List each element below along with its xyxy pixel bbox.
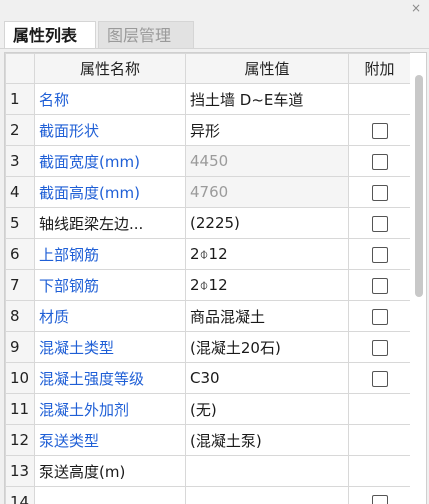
property-value-cell[interactable] bbox=[185, 455, 349, 487]
property-value-cell[interactable]: 2⌽12 bbox=[185, 269, 349, 301]
header-property-value[interactable]: 属性值 bbox=[185, 53, 349, 84]
attach-cell bbox=[348, 83, 411, 115]
header-index bbox=[5, 53, 35, 84]
table-row[interactable]: 2 截面形状 异形 bbox=[5, 114, 411, 146]
attach-cell bbox=[348, 455, 411, 487]
table-row[interactable]: 9 混凝土类型 (混凝土20石) bbox=[5, 331, 411, 363]
table-row[interactable]: 14 bbox=[5, 486, 411, 504]
table-row[interactable]: 12 泵送类型 (混凝土泵) bbox=[5, 424, 411, 456]
row-index[interactable]: 11 bbox=[5, 393, 35, 425]
property-name-cell[interactable]: 截面宽度(mm) bbox=[34, 145, 186, 177]
property-grid: 属性名称 属性值 附加 1 名称 挡土墙 D~E车道 2 截面形状 异形 3 截面宽度(mm)… bbox=[4, 52, 427, 504]
property-value-cell[interactable] bbox=[185, 486, 349, 504]
property-name-cell[interactable]: 混凝土外加剂 bbox=[34, 393, 186, 425]
attach-checkbox[interactable] bbox=[371, 122, 388, 139]
table-row[interactable]: 3 截面宽度(mm) 4450 bbox=[5, 145, 411, 177]
table-row[interactable]: 13 泵送高度(m) bbox=[5, 455, 411, 487]
table-row[interactable]: 1 名称 挡土墙 D~E车道 bbox=[5, 83, 411, 115]
table-row[interactable]: 5 轴线距梁左边... (2225) bbox=[5, 207, 411, 239]
panel-titlebar: × bbox=[0, 0, 429, 18]
attach-checkbox[interactable] bbox=[371, 339, 388, 356]
row-index[interactable]: 3 bbox=[5, 145, 35, 177]
property-value-cell: 4760 bbox=[185, 176, 349, 208]
property-value-cell[interactable]: 2⌽12 bbox=[185, 238, 349, 270]
table-row[interactable]: 7 下部钢筋 2⌽12 bbox=[5, 269, 411, 301]
property-rows: 1 名称 挡土墙 D~E车道 2 截面形状 异形 3 截面宽度(mm) 4450 4 截面高度(mm… bbox=[5, 83, 411, 504]
property-name-cell[interactable]: 泵送类型 bbox=[34, 424, 186, 456]
vertical-scrollbar[interactable] bbox=[410, 53, 426, 504]
row-index[interactable]: 6 bbox=[5, 238, 35, 270]
property-table: 属性名称 属性值 附加 1 名称 挡土墙 D~E车道 2 截面形状 异形 3 截面宽度(mm)… bbox=[5, 53, 411, 504]
attach-checkbox[interactable] bbox=[371, 184, 388, 201]
attach-cell bbox=[348, 114, 411, 146]
row-index[interactable]: 12 bbox=[5, 424, 35, 456]
row-index[interactable]: 2 bbox=[5, 114, 35, 146]
property-name-cell[interactable]: 下部钢筋 bbox=[34, 269, 186, 301]
close-icon[interactable]: × bbox=[409, 1, 423, 15]
property-value-cell[interactable]: (无) bbox=[185, 393, 349, 425]
property-value-cell[interactable]: (混凝土20石) bbox=[185, 331, 349, 363]
attach-cell bbox=[348, 207, 411, 239]
property-value-cell: 4450 bbox=[185, 145, 349, 177]
property-name-cell[interactable]: 混凝土强度等级 bbox=[34, 362, 186, 394]
property-name-cell[interactable] bbox=[34, 486, 186, 504]
property-name-cell[interactable]: 混凝土类型 bbox=[34, 331, 186, 363]
table-row[interactable]: 10 混凝土强度等级 C30 bbox=[5, 362, 411, 394]
attach-checkbox[interactable] bbox=[371, 308, 388, 325]
tab-property-list[interactable]: 属性列表 bbox=[4, 21, 96, 48]
row-index[interactable]: 9 bbox=[5, 331, 35, 363]
row-index[interactable]: 8 bbox=[5, 300, 35, 332]
attach-cell bbox=[348, 269, 411, 301]
attach-checkbox[interactable] bbox=[371, 494, 388, 504]
attach-cell bbox=[348, 393, 411, 425]
table-row[interactable]: 6 上部钢筋 2⌽12 bbox=[5, 238, 411, 270]
row-index[interactable]: 5 bbox=[5, 207, 35, 239]
attach-cell bbox=[348, 424, 411, 456]
property-value-cell[interactable]: 商品混凝土 bbox=[185, 300, 349, 332]
table-row[interactable]: 4 截面高度(mm) 4760 bbox=[5, 176, 411, 208]
property-name-cell[interactable]: 截面高度(mm) bbox=[34, 176, 186, 208]
row-index[interactable]: 7 bbox=[5, 269, 35, 301]
property-panel: × 属性列表 图层管理 属性名称 属性值 附加 1 名称 挡土墙 D~E车道 2 截面形… bbox=[0, 0, 429, 504]
property-value-cell[interactable]: (混凝土泵) bbox=[185, 424, 349, 456]
attach-cell bbox=[348, 300, 411, 332]
attach-checkbox[interactable] bbox=[371, 277, 388, 294]
property-value-cell[interactable]: (2225) bbox=[185, 207, 349, 239]
row-index[interactable]: 14 bbox=[5, 486, 35, 504]
attach-checkbox[interactable] bbox=[371, 246, 388, 263]
attach-cell bbox=[348, 176, 411, 208]
header-property-name[interactable]: 属性名称 bbox=[34, 53, 186, 84]
scrollbar-thumb[interactable] bbox=[415, 75, 423, 297]
table-row[interactable]: 8 材质 商品混凝土 bbox=[5, 300, 411, 332]
tab-layer-management[interactable]: 图层管理 bbox=[98, 21, 194, 48]
header-attach[interactable]: 附加 bbox=[348, 53, 411, 84]
table-row[interactable]: 11 混凝土外加剂 (无) bbox=[5, 393, 411, 425]
row-index[interactable]: 1 bbox=[5, 83, 35, 115]
attach-cell bbox=[348, 486, 411, 504]
attach-checkbox[interactable] bbox=[371, 215, 388, 232]
property-name-cell[interactable]: 轴线距梁左边... bbox=[34, 207, 186, 239]
property-name-cell[interactable]: 上部钢筋 bbox=[34, 238, 186, 270]
property-name-cell[interactable]: 名称 bbox=[34, 83, 186, 115]
panel-tabs: 属性列表 图层管理 bbox=[0, 18, 429, 49]
attach-checkbox[interactable] bbox=[371, 370, 388, 387]
row-index[interactable]: 10 bbox=[5, 362, 35, 394]
table-header-row: 属性名称 属性值 附加 bbox=[5, 53, 411, 84]
attach-cell bbox=[348, 238, 411, 270]
property-name-cell[interactable]: 截面形状 bbox=[34, 114, 186, 146]
property-value-cell[interactable]: 挡土墙 D~E车道 bbox=[185, 83, 349, 115]
property-value-cell[interactable]: C30 bbox=[185, 362, 349, 394]
row-index[interactable]: 4 bbox=[5, 176, 35, 208]
attach-cell bbox=[348, 145, 411, 177]
attach-cell bbox=[348, 362, 411, 394]
property-value-cell[interactable]: 异形 bbox=[185, 114, 349, 146]
property-name-cell[interactable]: 泵送高度(m) bbox=[34, 455, 186, 487]
attach-cell bbox=[348, 331, 411, 363]
property-name-cell[interactable]: 材质 bbox=[34, 300, 186, 332]
attach-checkbox[interactable] bbox=[371, 153, 388, 170]
row-index[interactable]: 13 bbox=[5, 455, 35, 487]
